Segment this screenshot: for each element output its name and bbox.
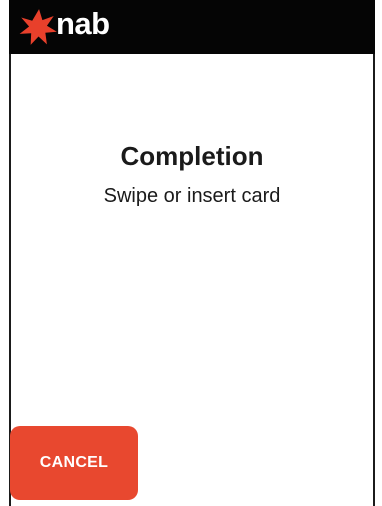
page-title: Completion bbox=[120, 141, 264, 171]
payment-terminal-screen: nab Completion Swipe or insert card CANC… bbox=[0, 0, 382, 506]
header-bar: nab bbox=[9, 0, 375, 54]
nab-logo: nab bbox=[17, 6, 110, 48]
brand-name: nab bbox=[56, 6, 110, 41]
screen-right-edge bbox=[373, 0, 375, 506]
cancel-button[interactable]: CANCEL bbox=[10, 426, 138, 500]
instruction-message: Swipe or insert card bbox=[103, 185, 281, 207]
nab-star-logo-icon bbox=[19, 9, 57, 45]
